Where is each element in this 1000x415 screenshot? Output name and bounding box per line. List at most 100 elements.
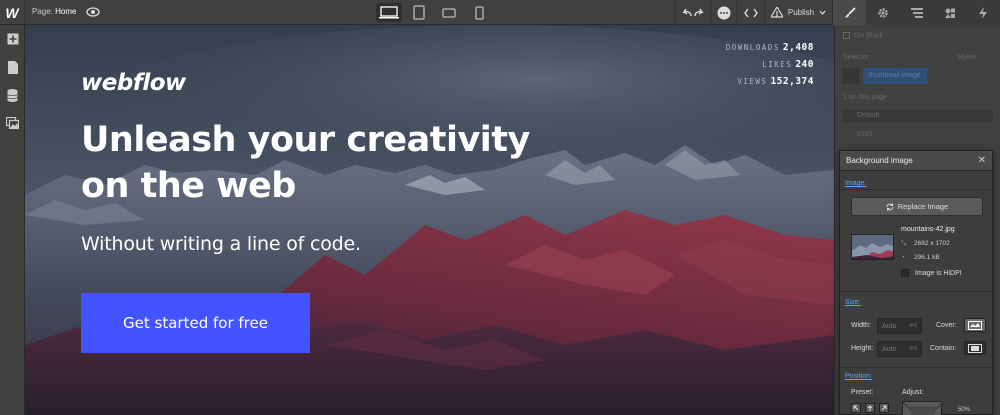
- tab-interactions[interactable]: [967, 0, 1000, 25]
- eye-icon[interactable]: [86, 6, 100, 18]
- divider: [840, 189, 992, 190]
- symbols-icon: [944, 8, 955, 18]
- preset-top-left[interactable]: [851, 403, 861, 413]
- pages-button[interactable]: [0, 53, 25, 81]
- image-file-size: 296.1 kB: [914, 254, 940, 261]
- image-file-name: mountains-42.jpg: [901, 226, 955, 233]
- arrow-up-right-icon: [881, 405, 887, 411]
- images-icon: [6, 117, 19, 129]
- image-dimensions: 2682 x 1702: [914, 240, 950, 247]
- brand-logo-text: webflow: [81, 70, 186, 96]
- contain-icon: [968, 343, 982, 353]
- left-toolbar: [0, 25, 25, 415]
- width-input[interactable]: Auto PX: [877, 318, 922, 334]
- refresh-icon: [886, 203, 894, 210]
- divider: [840, 291, 992, 292]
- font-field[interactable]: Default: [843, 110, 993, 122]
- hero-subheadline: Without writing a line of code.: [81, 233, 361, 255]
- designer-app: W Page: Home Publish DOWNLOADS 2,408 LIK…: [0, 0, 1000, 415]
- plus-square-icon: [7, 33, 18, 45]
- design-canvas[interactable]: DOWNLOADS 2,408 LIKES 240 VIEWS 152,374 web…: [25, 25, 834, 415]
- resize-icon: ⤡: [901, 240, 907, 247]
- stat-likes: LIKES 240: [726, 59, 814, 70]
- get-started-button[interactable]: Get started for free: [81, 293, 310, 353]
- page-icon: [7, 60, 18, 74]
- adjust-label: Adjust:: [902, 389, 924, 396]
- height-value: Auto: [882, 345, 897, 353]
- image-section-label: Image:: [845, 180, 867, 187]
- webflow-logo-icon[interactable]: W: [0, 0, 25, 25]
- height-input[interactable]: Auto PX: [877, 341, 922, 357]
- gauge-icon: ◔: [901, 254, 905, 261]
- replace-image-button[interactable]: Replace Image: [851, 197, 983, 216]
- chevron-down-icon: [819, 10, 826, 15]
- position-grid-icon: [902, 401, 944, 415]
- stat-label: VIEWS: [737, 77, 768, 86]
- tab-style[interactable]: [833, 0, 867, 25]
- selector-class-pill[interactable]: thumbnail-image: [863, 68, 927, 84]
- arrow-up-left-icon: [853, 405, 859, 411]
- panel-tabs: [832, 0, 1000, 25]
- close-icon[interactable]: ✕: [978, 155, 986, 166]
- ellipsis-circle-icon: [717, 6, 730, 19]
- contain-label: Contain:: [930, 345, 957, 352]
- tab-settings[interactable]: [866, 0, 899, 25]
- more-options-button[interactable]: [710, 0, 736, 25]
- mobile-portrait-view-button[interactable]: [466, 3, 492, 22]
- tablet-view-button[interactable]: [406, 3, 432, 22]
- page-prefix: Page:: [32, 7, 53, 16]
- size-section-label: Size:: [845, 299, 861, 306]
- element-type-label: Div Block: [854, 32, 884, 40]
- add-elements-button[interactable]: [0, 25, 25, 53]
- tab-navigator[interactable]: [900, 0, 933, 25]
- publish-button[interactable]: Publish: [764, 0, 832, 25]
- font-field-value: Default: [857, 112, 880, 119]
- position-section-label: Position:: [845, 373, 872, 380]
- phone-portrait-icon: [474, 5, 484, 20]
- stat-downloads: DOWNLOADS 2,408: [726, 42, 814, 53]
- cms-button[interactable]: [0, 81, 25, 109]
- undo-redo-buttons[interactable]: [674, 0, 710, 25]
- contain-button[interactable]: [964, 341, 986, 355]
- position-adjust-pad[interactable]: [902, 401, 944, 415]
- hidpi-label: Image is HiDPI: [915, 270, 962, 277]
- stat-views: VIEWS 152,374: [726, 76, 814, 87]
- assets-button[interactable]: [0, 109, 25, 137]
- headline-line-2: on the web: [81, 166, 296, 206]
- undo-redo-icon: [681, 8, 704, 16]
- desktop-view-button[interactable]: [376, 3, 402, 22]
- tablet-icon: [413, 5, 425, 20]
- popup-header: Background image ✕: [840, 151, 992, 171]
- height-unit[interactable]: PX: [910, 346, 917, 352]
- div-block-icon: [843, 32, 850, 39]
- hidpi-checkbox[interactable]: [901, 269, 909, 277]
- popup-title: Background image: [846, 156, 913, 165]
- tab-symbols[interactable]: [933, 0, 966, 25]
- cover-button[interactable]: [964, 318, 986, 332]
- on-page-text: 1 on this page: [843, 94, 887, 101]
- top-right-actions: Publish: [674, 0, 1000, 25]
- preset-label: Preset:: [851, 389, 874, 396]
- preset-top[interactable]: [865, 403, 875, 413]
- mobile-landscape-view-button[interactable]: [436, 3, 462, 22]
- mountain-thumbnail-image: [852, 235, 893, 259]
- width-unit[interactable]: PX: [910, 323, 917, 329]
- code-export-button[interactable]: [736, 0, 764, 25]
- code-brackets-icon: [743, 8, 758, 17]
- database-icon: [7, 88, 18, 102]
- cover-icon: [968, 320, 982, 330]
- selector-field[interactable]: thumbnail-image: [843, 68, 993, 84]
- color-field[interactable]: #333: [857, 131, 873, 138]
- headline-line-1: Unleash your creativity: [81, 120, 530, 160]
- page-selector[interactable]: Page: Home: [32, 7, 76, 16]
- preset-top-right[interactable]: [879, 403, 889, 413]
- stat-value: 152,374: [770, 76, 814, 87]
- background-image-popup: Background image ✕ Image: Replace Image …: [839, 150, 993, 415]
- width-value: Auto: [882, 322, 897, 330]
- list-icon: [910, 7, 923, 18]
- publish-icon: [770, 7, 783, 18]
- image-thumbnail: [851, 234, 894, 260]
- device-switcher: [376, 3, 492, 22]
- paintbrush-icon: [844, 6, 856, 18]
- hero-headline: Unleash your creativity on the web: [81, 117, 601, 209]
